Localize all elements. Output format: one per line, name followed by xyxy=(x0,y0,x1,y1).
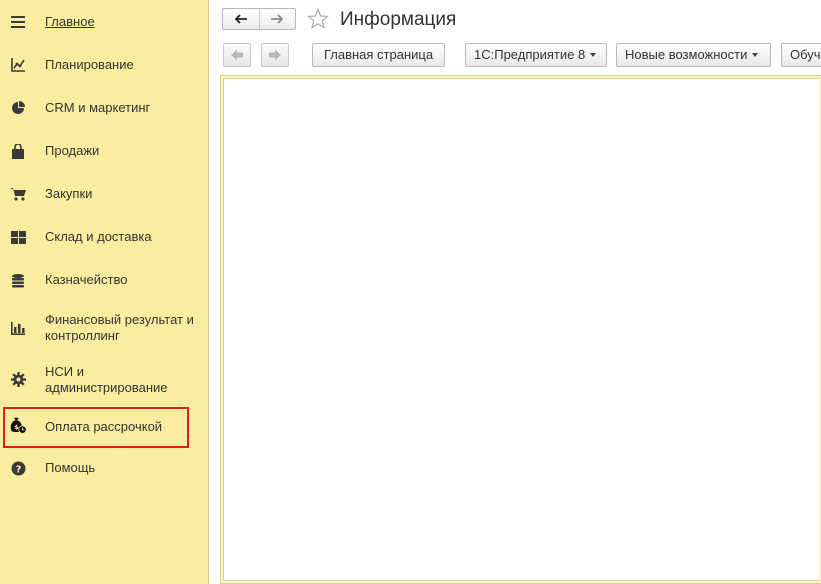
favorite-star-icon[interactable] xyxy=(306,7,330,30)
bar-chart-icon xyxy=(9,319,27,337)
sidebar-item-label: Казначейство xyxy=(45,272,128,287)
cart-icon xyxy=(9,185,27,203)
menu-icon xyxy=(9,13,27,31)
platform-label: 1С:Предприятие 8 xyxy=(474,47,586,62)
sidebar-item-label: CRM и маркетинг xyxy=(45,100,151,115)
forward-button[interactable] xyxy=(258,9,296,29)
sidebar-item-label: Оплата рассрочкой xyxy=(45,419,163,434)
new-features-label: Новые возможности xyxy=(625,47,748,62)
chevron-down-icon xyxy=(590,52,597,57)
app-window: Главное Планирование CRM и маркетинг Про… xyxy=(0,0,821,584)
planning-icon xyxy=(9,56,27,74)
sidebar-item-purchases[interactable]: Закупки xyxy=(0,184,208,204)
coins-icon xyxy=(9,271,27,289)
sidebar-item-label: Склад и доставка xyxy=(45,229,152,244)
back-button[interactable] xyxy=(223,9,259,29)
warehouse-icon xyxy=(9,228,27,246)
home-page-button[interactable]: Главная страница xyxy=(312,43,445,67)
content-back-button[interactable] xyxy=(223,43,251,67)
main-area: Информация Главная страница 1С:Предприят… xyxy=(210,0,821,584)
sidebar-item-help[interactable]: ? Помощь xyxy=(0,458,208,478)
sidebar-item-label: Планирование xyxy=(45,57,134,72)
sidebar-item-label: НСИ и администрирование xyxy=(45,364,168,395)
new-features-dropdown[interactable]: Новые возможности xyxy=(616,43,771,67)
help-icon: ? xyxy=(9,459,27,477)
training-dropdown[interactable]: Обучение xyxy=(781,43,821,67)
content-frame xyxy=(220,75,821,584)
shopping-bag-icon xyxy=(9,142,27,160)
home-page-label: Главная страница xyxy=(323,47,434,62)
sections-panel: Главное Планирование CRM и маркетинг Про… xyxy=(0,0,209,584)
content-area xyxy=(223,78,819,581)
chevron-down-icon xyxy=(752,52,759,57)
arrow-left-icon xyxy=(234,14,247,24)
sidebar-item-label: Продажи xyxy=(45,143,100,158)
platform-dropdown[interactable]: 1С:Предприятие 8 xyxy=(465,43,607,67)
sidebar-item-nsi-admin[interactable]: НСИ и администрирование xyxy=(0,362,208,398)
arrow-right-icon xyxy=(269,49,281,61)
sidebar-item-sales[interactable]: Продажи xyxy=(0,141,208,161)
sidebar-item-treasury[interactable]: Казначейство xyxy=(0,270,208,290)
sidebar-item-planning[interactable]: Планирование xyxy=(0,55,208,75)
money-bag-clock-icon: $ xyxy=(9,416,27,434)
training-label: Обучение xyxy=(790,47,821,62)
sidebar-item-crm[interactable]: CRM и маркетинг xyxy=(0,98,208,118)
sidebar-item-warehouse[interactable]: Склад и доставка xyxy=(0,227,208,247)
arrow-left-icon xyxy=(231,49,243,61)
sidebar-item-label: Финансовый результат и контроллинг xyxy=(45,312,194,343)
sidebar-item-financial-result[interactable]: Финансовый результат и контроллинг xyxy=(0,310,208,346)
sidebar-item-main[interactable]: Главное xyxy=(0,12,208,32)
gear-icon xyxy=(9,370,27,388)
sidebar-item-installment-payment[interactable]: $ Оплата рассрочкой xyxy=(0,416,208,438)
pie-chart-icon xyxy=(9,99,27,117)
sidebar-item-label: Главное xyxy=(45,14,95,29)
svg-text:?: ? xyxy=(15,464,21,475)
svg-text:$: $ xyxy=(14,423,19,431)
arrow-right-icon xyxy=(271,14,284,24)
sidebar-item-label: Закупки xyxy=(45,186,93,201)
page-title: Информация xyxy=(340,9,457,30)
sidebar-item-label: Помощь xyxy=(45,460,96,475)
history-nav-group xyxy=(222,8,296,30)
content-forward-button[interactable] xyxy=(261,43,289,67)
